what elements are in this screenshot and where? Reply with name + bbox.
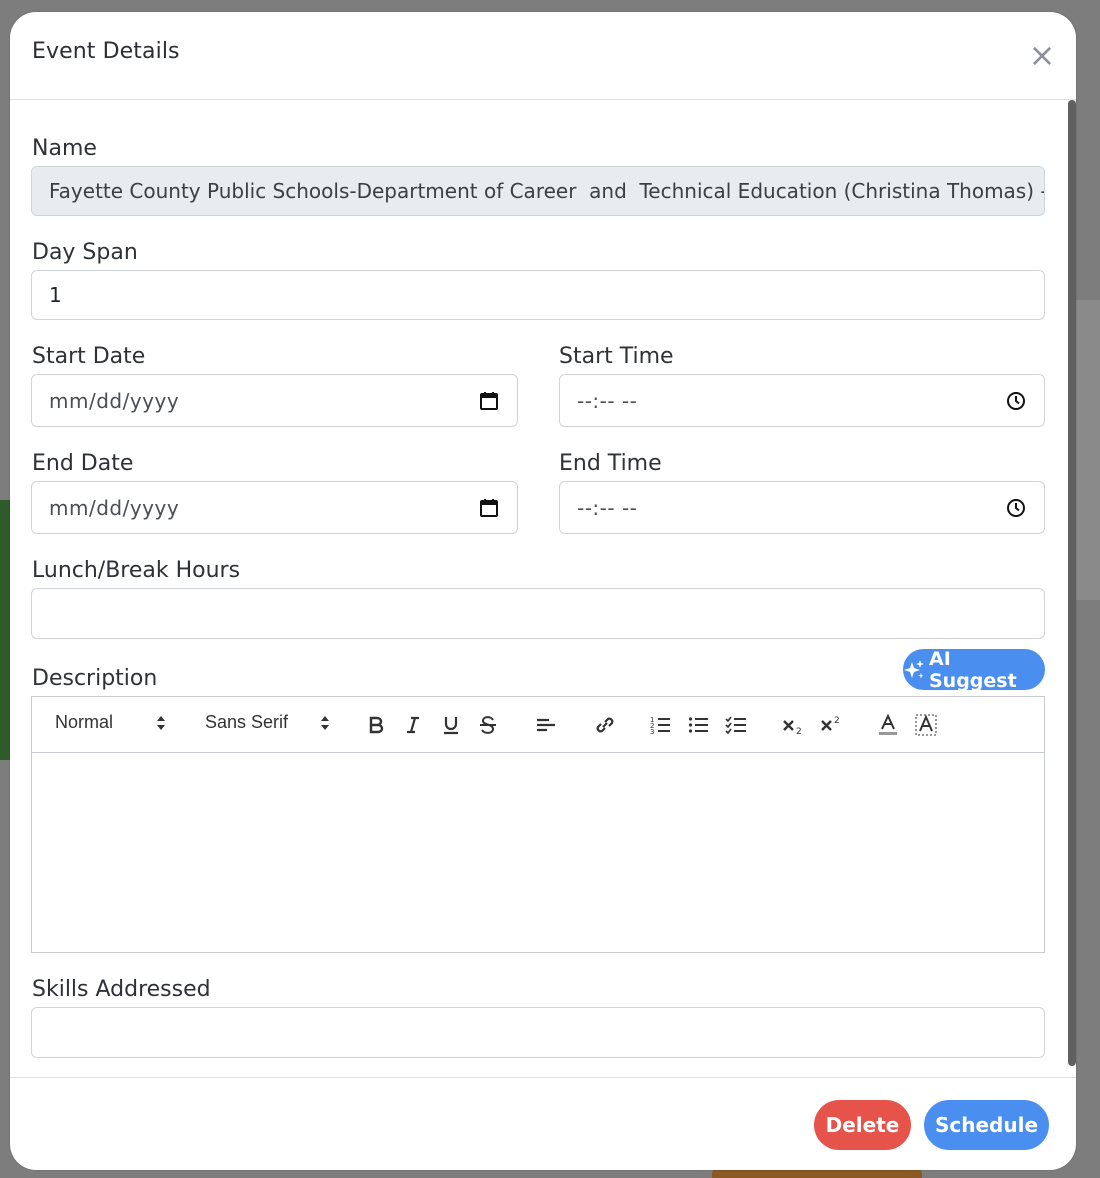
clock-icon[interactable] [1006, 498, 1026, 518]
end-time-placeholder: --:-- -- [577, 495, 638, 520]
italic-icon[interactable] [400, 711, 426, 739]
underline-icon[interactable] [438, 711, 464, 739]
name-label: Name [32, 136, 97, 161]
sparkle-icon [903, 659, 924, 678]
start-time-placeholder: --:-- -- [577, 388, 638, 413]
start-date-field[interactable]: mm/dd/yyyy [31, 374, 518, 427]
start-date-label: Start Date [32, 344, 146, 369]
background-color-icon[interactable] [913, 711, 939, 739]
bullet-list-icon[interactable] [686, 711, 712, 739]
end-time-label: End Time [559, 451, 662, 476]
name-field[interactable]: Fayette County Public Schools-Department… [31, 166, 1045, 216]
schedule-button[interactable]: Schedule [924, 1100, 1049, 1150]
name-value: Fayette County Public Schools-Department… [49, 179, 1045, 203]
modal-title: Event Details [32, 39, 180, 64]
end-date-label: End Date [32, 451, 134, 476]
lunch-break-label: Lunch/Break Hours [32, 558, 241, 583]
end-time-field[interactable]: --:-- -- [559, 481, 1045, 534]
bold-icon[interactable] [363, 711, 389, 739]
updown-arrows-icon [321, 715, 329, 730]
calendar-icon[interactable] [479, 391, 499, 411]
day-span-label: Day Span [32, 240, 138, 265]
superscript-icon[interactable]: 2 [818, 711, 844, 739]
close-icon[interactable]: × [1028, 39, 1056, 71]
subscript-icon[interactable]: 2 [780, 711, 806, 739]
font-select[interactable]: Sans Serif [205, 712, 330, 733]
description-text-area[interactable] [32, 753, 1044, 952]
check-list-icon[interactable] [723, 711, 749, 739]
day-span-field[interactable]: 1 [31, 270, 1045, 320]
lunch-break-field[interactable] [31, 588, 1045, 639]
modal-header: Event Details × [10, 12, 1076, 100]
header-select[interactable]: Normal [55, 712, 167, 733]
editor-toolbar: Normal Sans Serif 1 2 3 2 2 [32, 697, 1044, 753]
day-span-value: 1 [49, 283, 62, 307]
skills-field[interactable] [31, 1007, 1045, 1058]
align-left-icon[interactable] [533, 711, 559, 739]
event-details-modal: Event Details × Name Fayette County Publ… [10, 12, 1076, 1170]
modal-footer: Delete Schedule [10, 1077, 1076, 1170]
delete-button[interactable]: Delete [814, 1100, 911, 1150]
end-date-field[interactable]: mm/dd/yyyy [31, 481, 518, 534]
clock-icon[interactable] [1006, 391, 1026, 411]
calendar-icon[interactable] [479, 498, 499, 518]
text-color-icon[interactable] [875, 711, 901, 739]
strike-icon[interactable] [475, 711, 501, 739]
modal-body: Name Fayette County Public Schools-Depar… [10, 100, 1076, 1077]
svg-text:3: 3 [650, 728, 654, 735]
start-time-field[interactable]: --:-- -- [559, 374, 1045, 427]
font-select-value: Sans Serif [205, 712, 289, 732]
header-select-value: Normal [55, 712, 114, 732]
description-editor: Normal Sans Serif 1 2 3 2 2 [31, 696, 1045, 953]
updown-arrows-icon [157, 715, 165, 730]
start-date-placeholder: mm/dd/yyyy [49, 388, 180, 413]
svg-text:2: 2 [834, 716, 840, 726]
svg-text:2: 2 [796, 727, 802, 735]
skills-label: Skills Addressed [32, 977, 211, 1002]
ai-suggest-button[interactable]: AI Suggest [903, 647, 1045, 692]
description-label: Description [32, 666, 158, 691]
backdrop-left [0, 500, 10, 760]
ai-suggest-label: AI Suggest [928, 647, 1017, 692]
start-time-label: Start Time [559, 344, 674, 369]
end-date-placeholder: mm/dd/yyyy [49, 495, 180, 520]
ordered-list-icon[interactable]: 123 [648, 711, 674, 739]
link-icon[interactable] [592, 711, 618, 739]
backdrop-right [1074, 300, 1100, 600]
